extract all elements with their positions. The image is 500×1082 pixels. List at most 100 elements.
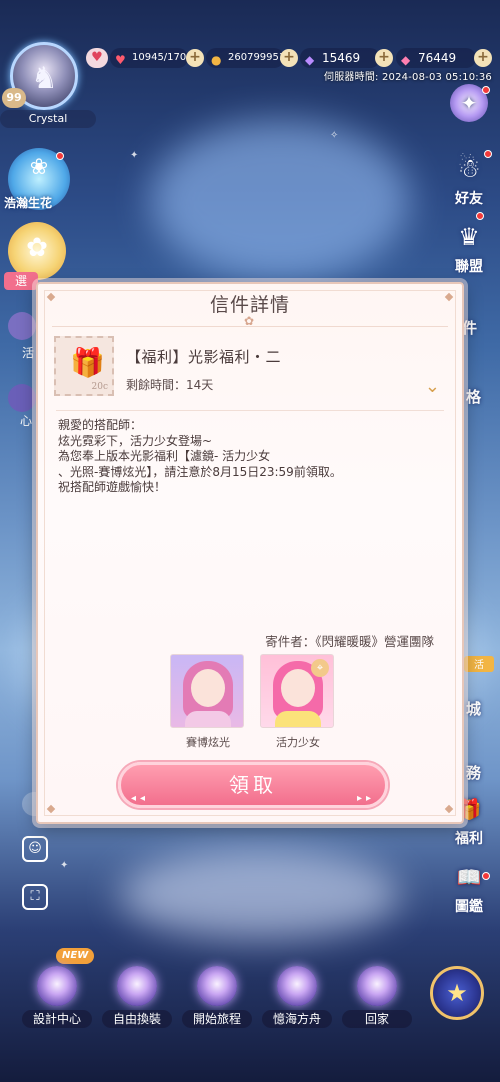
server-time: 伺服器時間: 2024-08-03 05:10:36 bbox=[324, 72, 492, 83]
friends-label: 好友 bbox=[455, 191, 483, 207]
notification-dot bbox=[476, 212, 484, 220]
claim-left-ornament-icon: ◂◂ bbox=[131, 793, 150, 804]
nav-memory-ark[interactable]: 憶海方舟 bbox=[262, 966, 332, 1028]
crown-icon: ♛ bbox=[458, 223, 480, 251]
blue-diamond-value: 15469 bbox=[322, 51, 361, 65]
design-center-icon bbox=[37, 966, 77, 1006]
atlas-label: 圖鑑 bbox=[455, 899, 483, 915]
star-menu-button[interactable]: ★ bbox=[430, 966, 484, 1020]
stamina-counter: ♥ 10945/170 bbox=[110, 48, 188, 68]
chevron-down-icon[interactable]: ⌄ bbox=[425, 376, 440, 397]
claim-right-ornament-icon: ▸▸ bbox=[356, 793, 375, 804]
portrait-body bbox=[185, 711, 231, 727]
mail-remaining-time: 剩餘時間：14天 bbox=[126, 378, 214, 392]
heart-event-button[interactable] bbox=[8, 384, 36, 412]
mail-body-line: 祝搭配師遊戲愉快！ bbox=[58, 480, 167, 494]
yellow-flower-icon: ✿ bbox=[26, 233, 48, 263]
sparkle-icon: ✧ bbox=[330, 130, 339, 141]
tasks-label[interactable]: 務 bbox=[466, 762, 481, 783]
alliance-button[interactable]: ♛ 聯盟 bbox=[444, 218, 494, 276]
portrait-face bbox=[191, 669, 225, 707]
corner-ornament bbox=[46, 804, 56, 814]
pink-diamond-value: 76449 bbox=[418, 51, 457, 65]
nav-label: 回家 bbox=[342, 1010, 412, 1028]
style-label[interactable]: 格 bbox=[466, 386, 481, 407]
reward-item[interactable]: ⌖ 活力少女 bbox=[260, 654, 336, 750]
event-tag: 選 bbox=[4, 272, 38, 290]
pink-diamond-counter: ◆ 76449 bbox=[396, 48, 476, 68]
stamina-value: 10945/170 bbox=[132, 52, 187, 63]
title-divider bbox=[52, 326, 448, 327]
notification-dot bbox=[482, 872, 490, 880]
home-icon bbox=[357, 966, 397, 1006]
reward-label: 賽博炫光 bbox=[186, 736, 230, 749]
mail-divider bbox=[56, 410, 444, 411]
activity-label: 活 bbox=[22, 346, 35, 360]
add-stamina-button[interactable]: + bbox=[186, 49, 204, 67]
purple-diamond-icon: ◆ bbox=[305, 53, 315, 67]
memory-ark-icon bbox=[277, 966, 317, 1006]
mail-sender: 寄件者：《閃耀暖暖》營運團隊 bbox=[265, 634, 434, 649]
nav-free-dressup[interactable]: 自由換裝 bbox=[102, 966, 172, 1028]
nav-design-center[interactable]: 設計中心 bbox=[22, 966, 92, 1028]
sparkle-icon: ✦ bbox=[130, 150, 139, 161]
reward-label: 活力少女 bbox=[276, 736, 320, 749]
nav-label: 設計中心 bbox=[22, 1010, 92, 1028]
atlas-button[interactable]: 📖 圖鑑 bbox=[444, 858, 494, 916]
pink-diamond-icon: ◆ bbox=[401, 53, 411, 67]
claim-label: 領取 bbox=[229, 773, 277, 797]
stamp-value: 20c bbox=[91, 382, 109, 392]
notification-dot bbox=[56, 152, 64, 160]
heart-icon[interactable]: ♥ bbox=[86, 48, 108, 68]
portrait-face bbox=[281, 669, 315, 707]
mail-body: 親愛的搭配師： 炫光霓彩下，活力少女登場~ 為您奉上版本光影福利【濾鏡- 活力少… bbox=[58, 418, 448, 496]
fullscreen-icon[interactable]: ⛶ bbox=[22, 884, 48, 910]
heart-event-label: 心 bbox=[20, 414, 33, 428]
player-name: Crystal bbox=[0, 110, 96, 128]
gold-counter: ● 260799951 bbox=[206, 48, 286, 68]
background-glow bbox=[120, 850, 400, 940]
nav-home[interactable]: 回家 bbox=[342, 966, 412, 1028]
add-blue-diamond-button[interactable]: + bbox=[375, 49, 393, 67]
reward-cyber-glow-image bbox=[170, 654, 244, 728]
corner-ornament bbox=[444, 804, 454, 814]
activity-button[interactable] bbox=[8, 312, 36, 340]
event-tag-right: 活 bbox=[464, 656, 494, 672]
star-icon: ★ bbox=[446, 979, 468, 1007]
welfare-label: 福利 bbox=[455, 831, 483, 847]
reward-active-girl-image: ⌖ bbox=[260, 654, 334, 728]
mail-body-line: 炫光霓彩下，活力少女登場~ bbox=[58, 433, 213, 448]
nav-label: 自由換裝 bbox=[102, 1010, 172, 1028]
background-glow bbox=[150, 120, 410, 280]
add-pink-diamond-button[interactable]: + bbox=[474, 49, 492, 67]
mail-body-line: 為您奉上版本光影福利【濾鏡- 活力少女 bbox=[58, 449, 271, 463]
reward-item[interactable]: 賽博炫光 bbox=[170, 654, 246, 750]
player-level-badge: 99 bbox=[2, 88, 26, 108]
nav-label: 開始旅程 bbox=[182, 1010, 252, 1028]
nav-start-journey[interactable]: 開始旅程 bbox=[182, 966, 252, 1028]
mail-label[interactable]: 件 bbox=[462, 317, 477, 338]
mail-detail-dialog: 信件詳情 ✿ 🎁 20c 【福利】光影福利・二 剩餘時間：14天 ⌄ 親愛的搭配… bbox=[36, 282, 464, 824]
alliance-label: 聯盟 bbox=[455, 259, 483, 275]
mail-stamp: 🎁 20c bbox=[54, 336, 114, 396]
portrait-body bbox=[275, 711, 321, 727]
start-journey-icon bbox=[197, 966, 237, 1006]
snowman-icon: ☃ bbox=[457, 154, 481, 184]
notification-dot bbox=[482, 86, 490, 94]
free-dressup-icon bbox=[117, 966, 157, 1006]
city-label[interactable]: 城 bbox=[466, 698, 481, 719]
sparkle-icon: ✦ bbox=[60, 860, 69, 871]
chat-icon[interactable]: ☺ bbox=[22, 836, 48, 862]
claim-button[interactable]: ◂◂ 領取 ▸▸ bbox=[118, 762, 388, 808]
blue-diamond-counter: ◆ 15469 bbox=[300, 48, 380, 68]
nav-label: 憶海方舟 bbox=[262, 1010, 332, 1028]
friends-button[interactable]: ☃ 好友 bbox=[444, 150, 494, 208]
cat-coin-icon: ● bbox=[211, 53, 222, 67]
location-pin-icon: ⌖ bbox=[311, 659, 329, 677]
add-gold-button[interactable]: + bbox=[280, 49, 298, 67]
gold-value: 260799951 bbox=[228, 52, 286, 63]
new-badge: NEW bbox=[56, 948, 95, 964]
mail-body-line: 、光照-賽博炫光】，請注意於8月15日23:59前領取。 bbox=[58, 464, 342, 479]
mail-body-line: 親愛的搭配師： bbox=[58, 418, 143, 432]
horse-icon: ♞ bbox=[31, 61, 58, 96]
